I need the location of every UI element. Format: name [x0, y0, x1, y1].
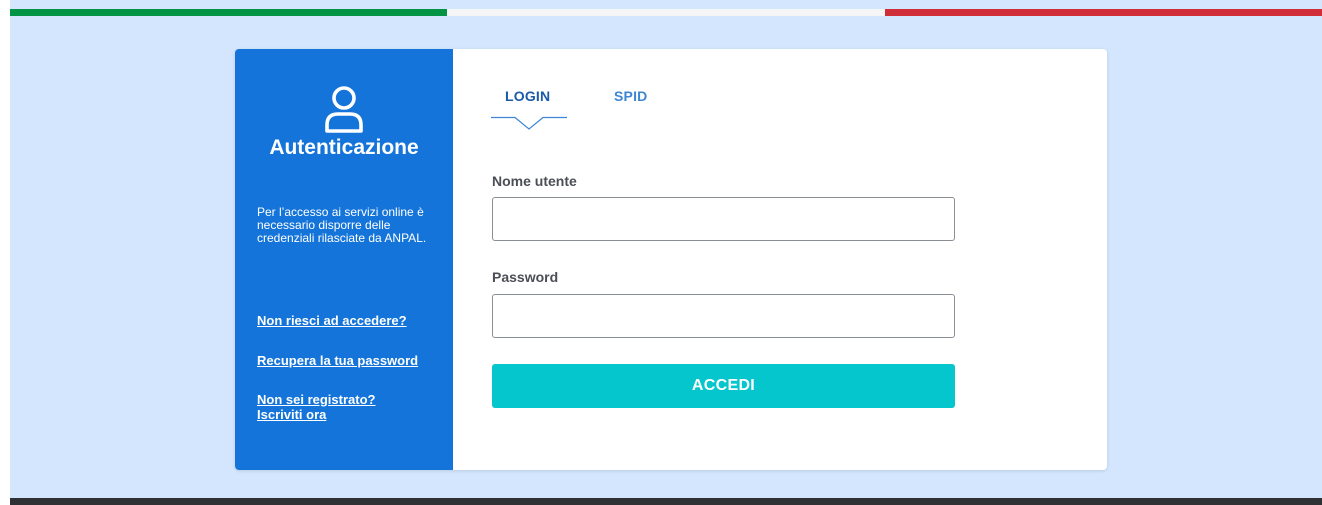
auth-sidebar: Autenticazione Per l’accesso ai servizi … [235, 49, 453, 470]
flag-green-stripe [10, 9, 448, 16]
username-label: Nome utente [492, 173, 577, 189]
recover-password-link[interactable]: Recupera la tua password [257, 353, 418, 368]
cant-access-link[interactable]: Non riesci ad accedere? [257, 313, 407, 328]
italian-flag-bar [10, 9, 1322, 16]
sidebar-title: Autenticazione [269, 136, 419, 159]
user-icon [325, 86, 363, 133]
register-link[interactable]: Non sei registrato? Iscriviti ora [257, 392, 417, 422]
sidebar-description: Per l’accesso ai servizi online è necess… [257, 205, 427, 245]
flag-red-stripe [884, 9, 1322, 16]
tab-spid[interactable]: SPID [614, 88, 647, 104]
footer-bar [10, 498, 1322, 505]
active-tab-indicator [491, 116, 567, 130]
password-input[interactable] [492, 294, 955, 338]
username-input[interactable] [492, 197, 955, 241]
login-submit-button[interactable]: ACCEDI [492, 364, 955, 408]
page-background: Autenticazione Per l’accesso ai servizi … [10, 0, 1322, 505]
password-label: Password [492, 269, 559, 285]
login-card: Autenticazione Per l’accesso ai servizi … [235, 49, 1107, 470]
tab-login[interactable]: LOGIN [505, 88, 550, 104]
flag-white-stripe [447, 9, 885, 16]
login-form-panel: LOGIN SPID Nome utente Password ACCEDI [453, 49, 1107, 470]
